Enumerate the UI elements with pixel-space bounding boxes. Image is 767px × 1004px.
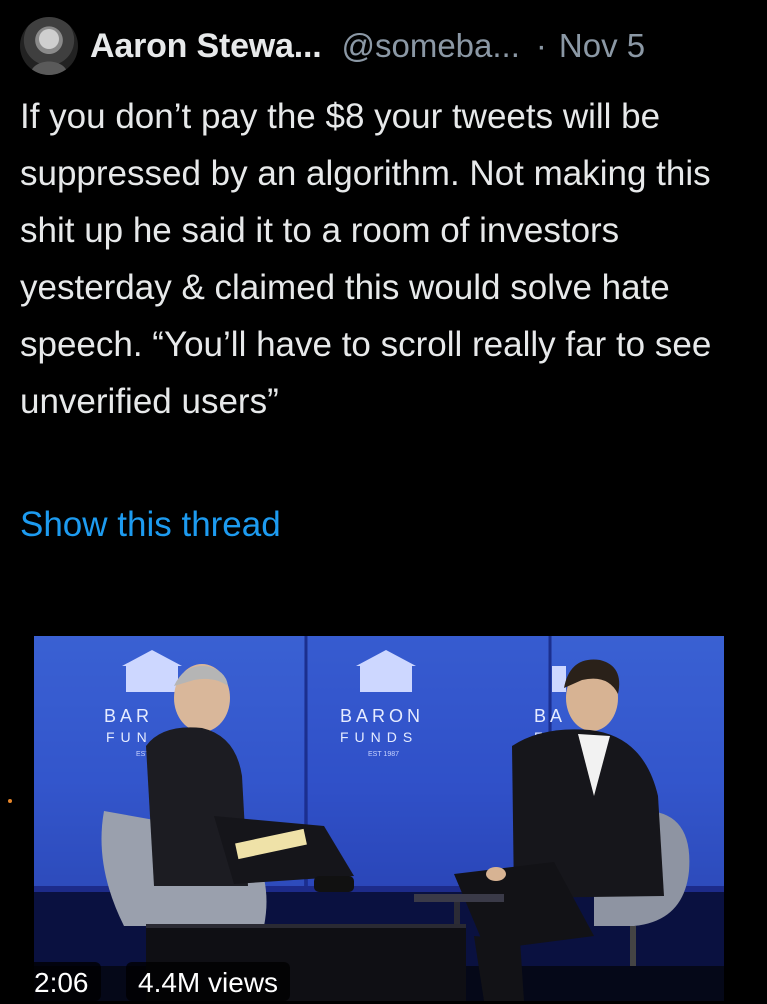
video-player[interactable]: BAR FUN EST BARON FUNDS EST 1987 BA FU (34, 636, 724, 1001)
tweet-header: Aaron Stewa... @someba... · Nov 5 (20, 16, 767, 76)
sign-line1: BAR (104, 706, 153, 726)
video-frame: BAR FUN EST BARON FUNDS EST 1987 BA FU (34, 636, 724, 1001)
video-duration-badge: 2:06 (22, 962, 101, 1001)
tweet-date[interactable]: Nov 5 (559, 27, 645, 65)
show-thread-link[interactable]: Show this thread (20, 496, 281, 553)
author-name[interactable]: Aaron Stewa... (90, 27, 322, 66)
avatar-person-icon (30, 29, 68, 75)
building-logo-icon (552, 666, 566, 692)
sign-line1: BARON (340, 706, 424, 726)
sign-line1: BA (534, 706, 566, 726)
sign-line2: FUNDS (340, 729, 418, 745)
sign-line2: FUN (106, 729, 153, 745)
author-handle[interactable]: @someba... (341, 27, 519, 65)
separator-dot: · (535, 27, 547, 64)
decorative-dot (8, 799, 12, 803)
avatar[interactable] (20, 17, 78, 75)
video-views-badge: 4.4M views (126, 962, 291, 1001)
tweet-text: If you don’t pay the $8 your tweets will… (20, 97, 722, 421)
sign-est: EST 1987 (368, 751, 399, 758)
